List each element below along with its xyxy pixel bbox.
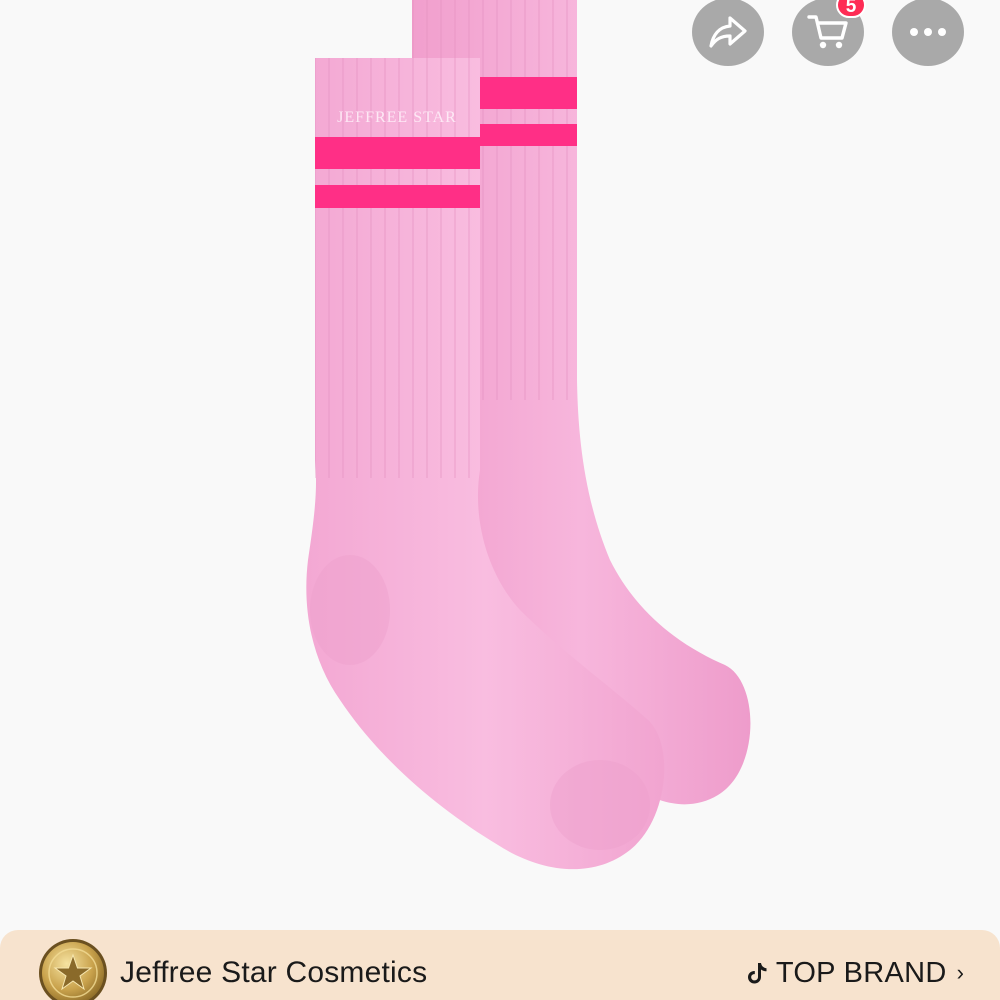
- more-icon: [910, 28, 946, 36]
- stripe: [315, 185, 480, 208]
- brand-logo-icon: [39, 939, 107, 1000]
- sock-logo-text: JEFFREE STAR: [337, 109, 457, 126]
- stripe: [315, 137, 480, 169]
- store-name[interactable]: Jeffree Star Cosmetics: [120, 956, 427, 990]
- more-button[interactable]: [892, 0, 964, 66]
- share-icon: [709, 16, 747, 48]
- brand-bar[interactable]: Jeffree Star Cosmetics TOP BRAND ›: [0, 930, 1000, 1000]
- top-actions: 5: [692, 0, 964, 66]
- cart-count-badge: 5: [836, 0, 866, 18]
- stripe: [480, 77, 577, 109]
- tiktok-icon: [747, 963, 767, 984]
- cart-button[interactable]: 5: [792, 0, 866, 66]
- share-button[interactable]: [692, 0, 764, 66]
- top-brand-label: TOP BRAND: [775, 956, 947, 989]
- product-image[interactable]: JEFFREE STAR: [0, 0, 1000, 930]
- product-page: JEFFREE STAR 5 Jeffree Star Cosmetics TO…: [0, 0, 1000, 1000]
- cart-icon: [807, 15, 848, 49]
- chevron-right-icon: ›: [956, 960, 964, 985]
- stripe: [480, 124, 577, 146]
- top-brand-badge[interactable]: TOP BRAND ›: [746, 957, 964, 990]
